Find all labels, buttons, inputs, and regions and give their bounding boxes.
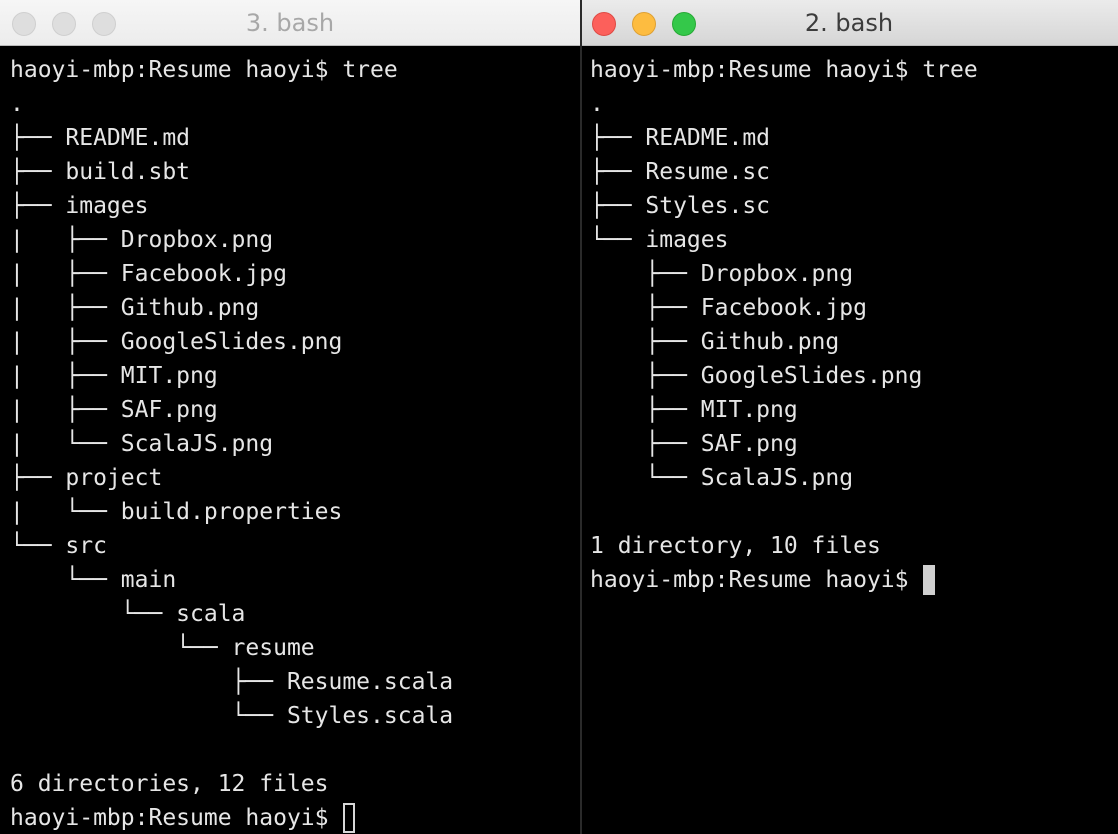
window-divider bbox=[580, 0, 582, 834]
terminal-line: | ├── GoogleSlides.png bbox=[10, 329, 343, 355]
terminal-line: haoyi-mbp:Resume haoyi$ tree bbox=[10, 57, 398, 83]
terminal-line: 6 directories, 12 files bbox=[10, 771, 329, 797]
terminal-line: ├── MIT.png bbox=[590, 397, 798, 423]
terminal-line: ├── project bbox=[10, 465, 163, 491]
prompt-line[interactable]: haoyi-mbp:Resume haoyi$ bbox=[590, 563, 1118, 597]
terminal-line: 1 directory, 10 files bbox=[590, 533, 881, 559]
terminal-window-left[interactable]: 3. bash haoyi-mbp:Resume haoyi$ tree. ├──… bbox=[0, 0, 580, 834]
terminal-line: | ├── SAF.png bbox=[10, 397, 218, 423]
terminal-line: ├── README.md bbox=[10, 125, 191, 151]
window-title-left: 3. bash bbox=[245, 8, 335, 37]
terminal-line: ├── Github.png bbox=[590, 329, 840, 355]
terminal-line: | ├── Dropbox.png bbox=[10, 227, 274, 253]
window-title-right: 2. bash bbox=[804, 8, 894, 37]
terminal-output-right[interactable]: haoyi-mbp:Resume haoyi$ tree. ├── README.… bbox=[580, 46, 1118, 597]
terminal-line: ├── Resume.scala bbox=[10, 669, 454, 695]
terminal-line: └── resume bbox=[10, 635, 315, 661]
terminal-line: | ├── Facebook.jpg bbox=[10, 261, 287, 287]
terminal-line: . bbox=[590, 91, 604, 117]
terminal-line: ├── Dropbox.png bbox=[590, 261, 854, 287]
terminal-line: └── images bbox=[590, 227, 729, 253]
terminal-line: └── Styles.scala bbox=[10, 703, 454, 729]
terminal-line: ├── Resume.sc bbox=[590, 159, 771, 185]
zoom-button-right[interactable] bbox=[672, 12, 696, 36]
close-button-left[interactable] bbox=[12, 12, 36, 36]
prompt-line[interactable]: haoyi-mbp:Resume haoyi$ bbox=[10, 801, 580, 834]
terminal-line: haoyi-mbp:Resume haoyi$ tree bbox=[590, 57, 978, 83]
terminal-line: ├── SAF.png bbox=[590, 431, 798, 457]
terminal-line: ├── README.md bbox=[590, 125, 771, 151]
terminal-line: . bbox=[10, 91, 24, 117]
titlebar-right[interactable]: 2. bash bbox=[580, 0, 1118, 46]
cursor bbox=[342, 803, 355, 833]
terminal-line: ├── build.sbt bbox=[10, 159, 191, 185]
terminal-line: | ├── MIT.png bbox=[10, 363, 218, 389]
window-controls-right bbox=[592, 12, 696, 36]
terminal-line: └── ScalaJS.png bbox=[590, 465, 854, 491]
terminal-line: ├── Styles.sc bbox=[590, 193, 771, 219]
terminal-line: └── scala bbox=[10, 601, 246, 627]
terminal-line: | ├── Github.png bbox=[10, 295, 260, 321]
terminal-line: ├── images bbox=[10, 193, 149, 219]
terminal-line: | └── build.properties bbox=[10, 499, 343, 525]
zoom-button-left[interactable] bbox=[92, 12, 116, 36]
terminal-window-right[interactable]: 2. bash haoyi-mbp:Resume haoyi$ tree. ├──… bbox=[580, 0, 1118, 834]
terminal-line: ├── Facebook.jpg bbox=[590, 295, 867, 321]
window-controls-left bbox=[12, 12, 116, 36]
minimize-button-left[interactable] bbox=[52, 12, 76, 36]
terminal-line: | └── ScalaJS.png bbox=[10, 431, 274, 457]
terminal-line: ├── GoogleSlides.png bbox=[590, 363, 923, 389]
cursor bbox=[922, 565, 935, 595]
shell-prompt: haoyi-mbp:Resume haoyi$ bbox=[10, 805, 329, 831]
close-button-right[interactable] bbox=[592, 12, 616, 36]
terminal-line: └── src bbox=[10, 533, 107, 559]
terminal-line: └── main bbox=[10, 567, 177, 593]
minimize-button-right[interactable] bbox=[632, 12, 656, 36]
shell-prompt: haoyi-mbp:Resume haoyi$ bbox=[590, 567, 909, 593]
terminal-output-left[interactable]: haoyi-mbp:Resume haoyi$ tree. ├── README.… bbox=[0, 46, 580, 834]
terminal-screen: 3. bash haoyi-mbp:Resume haoyi$ tree. ├──… bbox=[0, 0, 1118, 834]
titlebar-left[interactable]: 3. bash bbox=[0, 0, 580, 46]
